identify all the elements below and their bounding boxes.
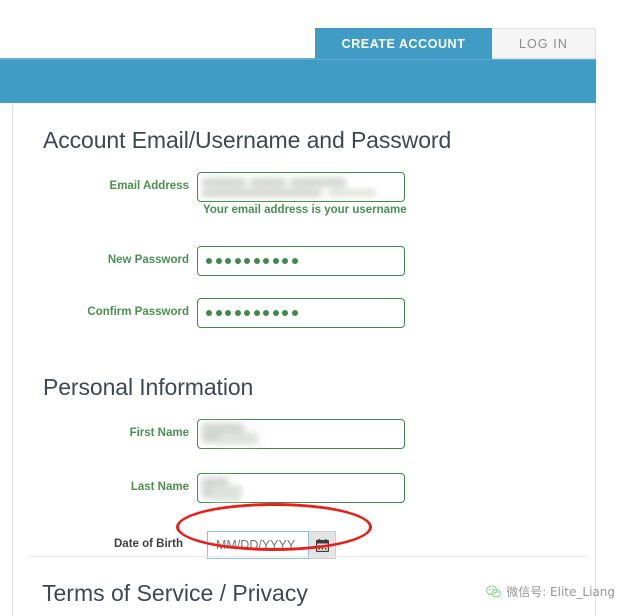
section-title-terms: Terms of Service / Privacy (42, 580, 308, 606)
form-panel: Account Email/Username and Password Emai… (12, 103, 596, 616)
label-new-password: New Password (107, 254, 189, 266)
wechat-icon (486, 585, 502, 598)
field-row-new-password: New Password (13, 244, 595, 288)
helper-email-username: Your email address is your username (203, 204, 407, 216)
redacted-last-name-value (202, 477, 282, 501)
label-date-of-birth: Date of Birth (114, 538, 183, 550)
calendar-icon (315, 538, 329, 552)
redacted-email-value (202, 176, 402, 200)
last-name-input[interactable] (197, 473, 405, 503)
header-band (0, 58, 596, 103)
watermark: 微信号: Elite_Liang (486, 583, 615, 600)
confirm-password-mask-dots (206, 299, 298, 327)
date-of-birth-input[interactable] (207, 531, 309, 559)
signup-page: CREATE ACCOUNT LOG IN Account Email/User… (0, 0, 623, 616)
field-row-confirm-password: Confirm Password (13, 296, 595, 340)
field-row-first-name: First Name (13, 417, 595, 461)
confirm-password-input[interactable] (197, 298, 405, 328)
section-divider (30, 556, 586, 557)
section-title-personal: Personal Information (43, 374, 254, 400)
password-mask-dots (206, 247, 298, 275)
field-row-date-of-birth: Date of Birth (13, 527, 595, 573)
field-row-last-name: Last Name (13, 471, 595, 515)
label-confirm-password: Confirm Password (87, 306, 189, 318)
field-row-email: Email Address Your email address is your… (13, 170, 595, 216)
tab-create-account[interactable]: CREATE ACCOUNT (315, 28, 492, 59)
label-first-name: First Name (129, 427, 189, 439)
watermark-text: 微信号: Elite_Liang (506, 585, 615, 599)
account-tabs: CREATE ACCOUNT LOG IN (315, 28, 596, 59)
new-password-input[interactable] (197, 246, 405, 276)
redacted-first-name-value (202, 423, 292, 447)
email-input[interactable] (197, 172, 405, 202)
signup-form: Account Email/Username and Password Emai… (13, 103, 595, 573)
tab-log-in[interactable]: LOG IN (492, 28, 596, 59)
label-email-address: Email Address (109, 180, 189, 192)
section-title-account: Account Email/Username and Password (43, 127, 452, 153)
label-last-name: Last Name (130, 481, 189, 493)
date-of-birth-group (207, 531, 336, 559)
date-picker-button[interactable] (309, 531, 336, 559)
first-name-input[interactable] (197, 419, 405, 449)
